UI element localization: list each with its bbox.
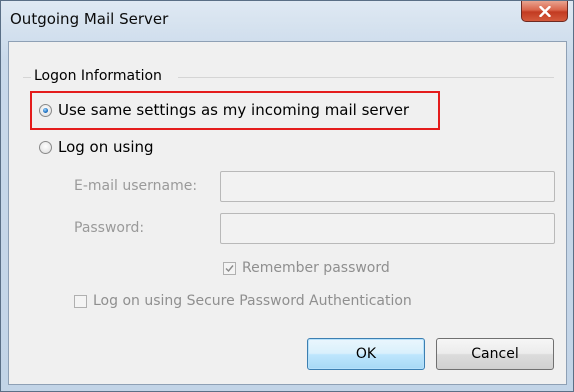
password-label: Password: <box>74 220 145 236</box>
cancel-button[interactable]: Cancel <box>436 338 554 370</box>
remember-password-checkbox[interactable]: Remember password <box>223 260 390 276</box>
close-button[interactable] <box>521 1 568 22</box>
group-frame-rule <box>23 77 31 78</box>
checkbox-unchecked-icon[interactable] <box>74 294 87 308</box>
dialog-window: Outgoing Mail Server Logon Information U… <box>0 0 574 392</box>
email-username-field[interactable] <box>220 171 555 202</box>
checkbox-checked-icon[interactable] <box>223 261 236 275</box>
window-title: Outgoing Mail Server <box>10 10 169 28</box>
checkmark-icon <box>225 264 234 272</box>
dialog-client-area: Logon Information Use same settings as m… <box>8 41 567 385</box>
radio-checked-icon[interactable] <box>39 103 52 117</box>
logon-group-title: Logon Information <box>34 68 162 84</box>
log-on-using-radio[interactable]: Log on using <box>39 138 154 156</box>
use-same-settings-label: Use same settings as my incoming mail se… <box>58 101 410 119</box>
log-on-using-label: Log on using <box>58 138 154 156</box>
password-field[interactable] <box>220 213 555 244</box>
spa-checkbox[interactable]: Log on using Secure Password Authenticat… <box>74 293 412 309</box>
ok-button[interactable]: OK <box>307 338 425 370</box>
spa-label: Log on using Secure Password Authenticat… <box>93 293 412 309</box>
radio-unchecked-icon[interactable] <box>39 140 52 154</box>
email-username-label: E-mail username: <box>74 178 198 194</box>
group-frame-rule <box>178 77 554 78</box>
remember-password-label: Remember password <box>242 260 390 276</box>
use-same-settings-radio[interactable]: Use same settings as my incoming mail se… <box>39 101 409 119</box>
close-icon <box>538 5 551 17</box>
